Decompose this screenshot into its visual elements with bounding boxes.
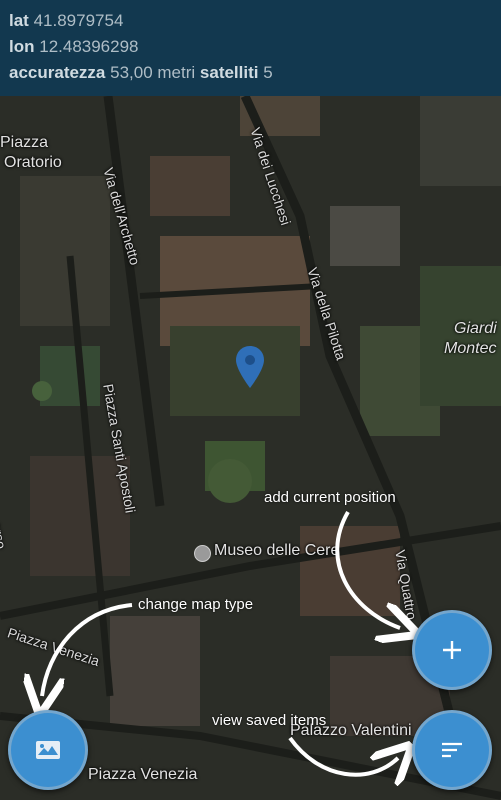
change-map-type-hint: change map type — [138, 596, 254, 613]
accuracy-label: accuratezza — [9, 63, 106, 82]
satellite-map[interactable]: Piazza Oratorio Via dell'Archetto Via de… — [0, 96, 501, 800]
street-label: Giardi — [454, 320, 497, 337]
satellites-value: 5 — [263, 63, 273, 82]
view-saved-items-button[interactable] — [412, 710, 492, 790]
street-label: Montec — [444, 340, 497, 357]
view-saved-hint: view saved items — [212, 712, 327, 729]
change-map-type-button[interactable] — [8, 710, 88, 790]
latitude-label: lat — [9, 11, 29, 30]
latitude-value: 41.8979754 — [33, 11, 124, 30]
longitude-value: 12.48396298 — [39, 37, 139, 56]
map-imagery — [0, 96, 501, 800]
street-label: Oratorio — [4, 154, 62, 171]
poi-label: Museo delle Cere — [214, 542, 340, 559]
street-label: Piazza Venezia — [88, 766, 198, 783]
plus-icon — [443, 641, 461, 659]
latitude-row: lat 41.8979754 — [9, 8, 501, 34]
gps-info-panel: lat 41.8979754 lon 12.48396298 accuratez… — [0, 0, 501, 96]
list-icon — [442, 742, 462, 758]
add-position-button[interactable] — [412, 610, 492, 690]
museum-poi-icon — [194, 545, 211, 562]
longitude-row: lon 12.48396298 — [9, 34, 501, 60]
accuracy-row: accuratezza 53,00 metri satelliti 5 — [9, 60, 501, 86]
longitude-label: lon — [9, 37, 35, 56]
street-label: Piazza — [0, 134, 49, 151]
accuracy-value: 53,00 metri — [110, 63, 196, 82]
map-icon — [36, 741, 60, 759]
satellites-label: satelliti — [199, 63, 259, 82]
add-position-hint: add current position — [264, 489, 396, 506]
